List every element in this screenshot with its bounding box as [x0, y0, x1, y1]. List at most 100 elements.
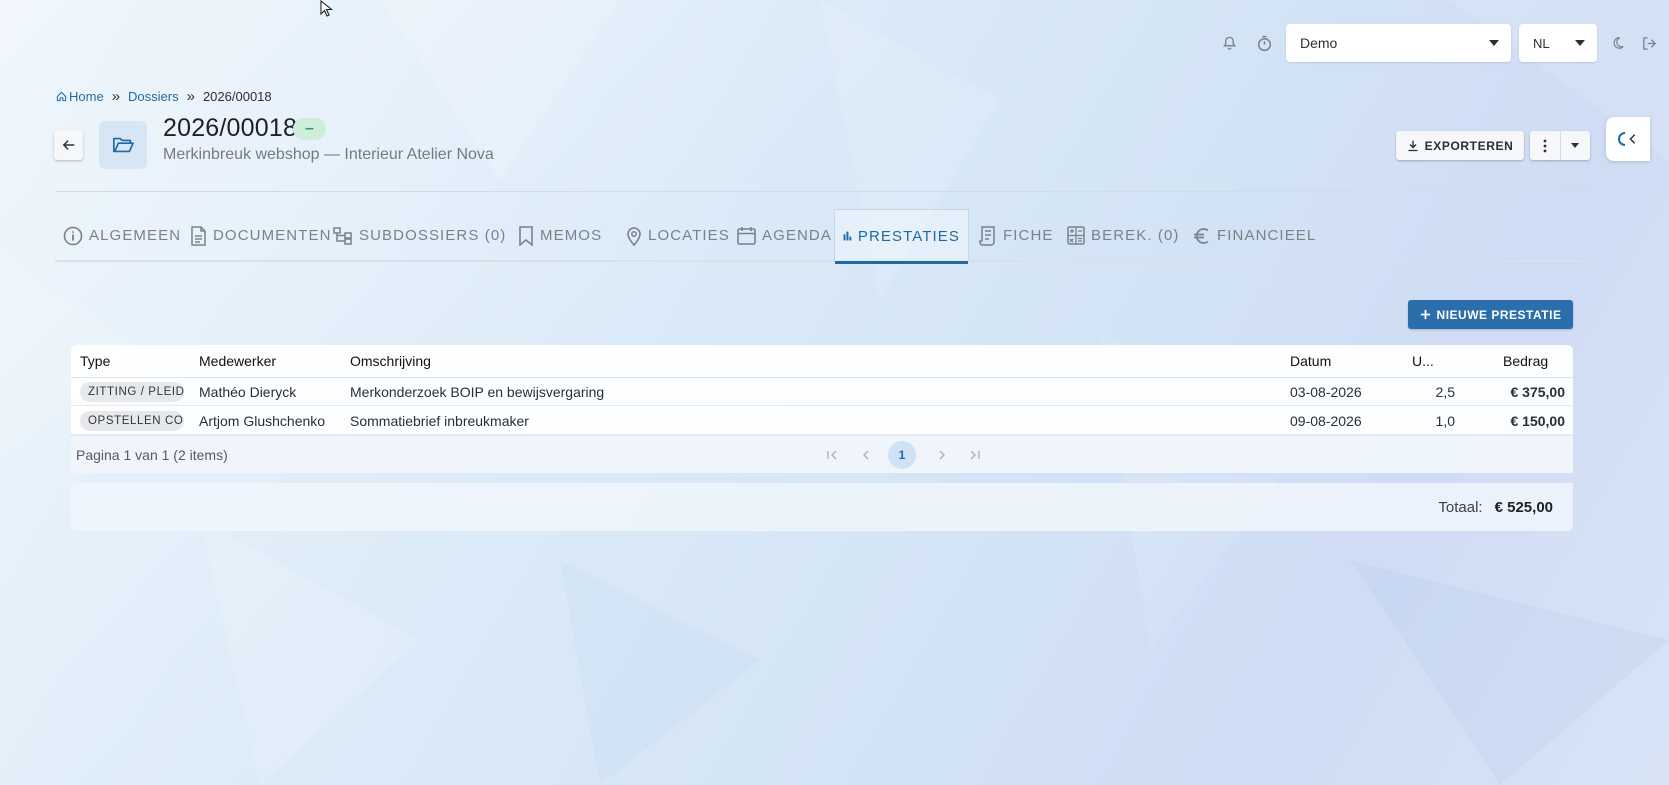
info-icon	[63, 226, 83, 245]
breadcrumb-home[interactable]: Home	[56, 89, 104, 104]
export-button-label: EXPORTEREN	[1424, 138, 1514, 153]
description-cell: Merkonderzoek BOIP en bewijsvergaring	[350, 383, 605, 400]
actions-split-button	[1530, 131, 1590, 160]
date-cell: 09-08-2026	[1290, 412, 1362, 429]
language-select-value: NL	[1533, 35, 1550, 51]
chevron-left-icon	[862, 450, 868, 460]
location-pin-icon	[627, 226, 641, 246]
tab-berekeningen[interactable]: BEREK. (0)	[1059, 209, 1188, 262]
logout-icon[interactable]	[1638, 32, 1660, 54]
tab-label: BEREK. (0)	[1091, 227, 1180, 244]
first-page-button[interactable]	[821, 444, 843, 466]
column-header-datum[interactable]: Datum	[1290, 345, 1390, 377]
table-row[interactable]: OPSTELLEN CONCLUSIE Artjom Glushchenko S…	[71, 407, 1573, 435]
total-value: € 525,00	[1494, 498, 1553, 516]
pagination: Pagina 1 van 1 (2 items) 1	[71, 435, 1573, 473]
plus-icon	[1420, 309, 1430, 320]
column-header-type[interactable]: Type	[80, 345, 190, 377]
mouse-cursor-icon	[320, 0, 334, 17]
back-button[interactable]	[54, 130, 83, 160]
tab-label: FINANCIEEL	[1217, 227, 1317, 244]
column-header-omschrijving[interactable]: Omschrijving	[350, 345, 750, 377]
tab-fiche[interactable]: FICHE	[971, 209, 1062, 262]
folder-open-icon	[113, 137, 134, 153]
new-prestatie-button[interactable]: NIEUWE PRESTATIE	[1408, 300, 1573, 329]
tab-label: LOCATIES	[648, 227, 730, 244]
tab-label: ALGEMEEN	[89, 227, 182, 244]
export-button[interactable]: EXPORTEREN	[1396, 131, 1524, 160]
breadcrumb-home-label: Home	[69, 89, 104, 104]
type-cell: OPSTELLEN CONCLUSIE	[80, 407, 190, 434]
last-page-button[interactable]	[963, 444, 985, 466]
tab-agenda[interactable]: AGENDA	[729, 209, 840, 262]
dossier-avatar	[99, 121, 147, 169]
arrow-left-icon	[62, 140, 74, 150]
date-cell: 03-08-2026	[1290, 383, 1362, 400]
breadcrumb-separator: »	[111, 88, 121, 105]
download-icon	[1408, 140, 1418, 151]
tab-algemeen[interactable]: ALGEMEEN	[55, 209, 189, 262]
amount-cell: € 150,00	[1510, 412, 1566, 429]
actions-dropdown-button[interactable]	[1561, 131, 1591, 160]
amount-cell: € 375,00	[1510, 383, 1566, 400]
prev-page-button[interactable]	[854, 444, 876, 466]
header-divider	[55, 191, 1589, 192]
status-badge: –	[293, 118, 326, 140]
breadcrumb-current: 2026/00018	[202, 89, 272, 104]
table-row[interactable]: ZITTING / PLEIDOOI Mathéo Dieryck Merkon…	[71, 378, 1573, 406]
tab-label: SUBDOSSIERS (0)	[359, 227, 507, 244]
breadcrumb: Home » Dossiers » 2026/00018	[56, 88, 272, 105]
tab-prestaties[interactable]: PRESTATIES	[834, 209, 969, 264]
tab-label: PRESTATIES	[857, 227, 960, 245]
organisation-select[interactable]: Demo	[1286, 24, 1511, 62]
tab-memos[interactable]: MEMOS	[510, 209, 610, 262]
chevron-down-icon	[1489, 40, 1499, 46]
breadcrumb-separator: »	[186, 88, 195, 105]
first-page-icon	[826, 450, 836, 460]
timer-icon[interactable]	[1253, 32, 1275, 54]
calendar-icon	[737, 227, 756, 245]
column-header-bedrag[interactable]: Bedrag	[1503, 345, 1563, 377]
column-header-uren[interactable]: U...	[1412, 345, 1452, 377]
side-panel-toggle[interactable]	[1606, 117, 1650, 161]
new-prestatie-label: NIEUWE PRESTATIE	[1436, 307, 1562, 322]
tab-label: FICHE	[1003, 227, 1054, 244]
column-header-medewerker[interactable]: Medewerker	[199, 345, 339, 377]
euro-icon	[1194, 227, 1209, 244]
tab-bar: ALGEMEEN DOCUMENTEN SUBDOSSIERS (0) MEMO…	[55, 209, 1589, 264]
calculator-icon	[1067, 226, 1085, 245]
chevron-left-icon	[1629, 134, 1636, 144]
tab-locaties[interactable]: LOCATIES	[618, 209, 738, 262]
last-page-icon	[970, 450, 980, 460]
tab-label: DOCUMENTEN	[213, 227, 332, 244]
chevron-down-icon	[1575, 40, 1585, 46]
prestaties-table: Type Medewerker Omschrijving Datum U... …	[71, 345, 1573, 473]
breadcrumb-dossiers[interactable]: Dossiers	[128, 89, 179, 104]
tab-subdossiers[interactable]: SUBDOSSIERS (0)	[325, 209, 514, 262]
bell-icon[interactable]	[1218, 32, 1240, 54]
tab-documenten[interactable]: DOCUMENTEN	[182, 209, 340, 262]
more-vertical-icon	[1543, 139, 1547, 152]
organisation-select-value: Demo	[1300, 35, 1338, 51]
type-badge: ZITTING / PLEIDOOI	[80, 381, 184, 402]
language-select[interactable]: NL	[1519, 24, 1597, 62]
employee-cell: Artjom Glushchenko	[199, 412, 326, 429]
dark-mode-icon[interactable]	[1607, 32, 1629, 54]
more-actions-button[interactable]	[1530, 131, 1561, 160]
total-label: Totaal:	[1438, 498, 1483, 516]
tab-financieel[interactable]: FINANCIEEL	[1185, 209, 1324, 262]
receipt-icon	[979, 225, 995, 246]
caret-down-icon	[1571, 143, 1580, 148]
hours-cell: 1,0	[1435, 412, 1455, 429]
next-page-button[interactable]	[931, 444, 953, 466]
page-subtitle: Merkinbreuk webshop — Interieur Atelier …	[163, 146, 494, 163]
tab-label: AGENDA	[762, 227, 832, 244]
hours-cell: 2,5	[1435, 383, 1455, 400]
table-header: Type Medewerker Omschrijving Datum U... …	[71, 345, 1573, 378]
page-number-current[interactable]: 1	[888, 441, 916, 469]
tree-icon	[333, 226, 352, 245]
tab-label: MEMOS	[540, 227, 603, 244]
pagination-summary: Pagina 1 van 1 (2 items)	[76, 447, 228, 463]
bar-chart-icon	[843, 231, 852, 241]
document-icon	[191, 225, 206, 246]
